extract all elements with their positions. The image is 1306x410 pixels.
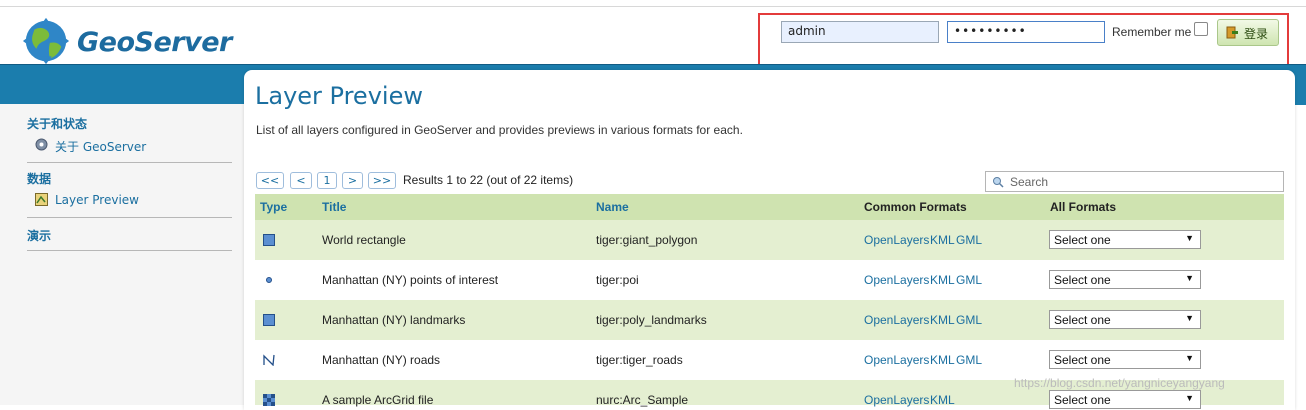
info-icon xyxy=(35,138,48,151)
sidebar-section-about-status[interactable]: 关于和状态 xyxy=(27,115,232,132)
login-icon xyxy=(1226,26,1238,39)
table-row: Manhattan (NY) points of interest tiger:… xyxy=(255,260,1284,300)
point-icon xyxy=(266,277,272,283)
column-header-name[interactable]: Name xyxy=(596,200,629,214)
pager-page-button[interactable]: 1 xyxy=(317,172,337,189)
select-value: Select one xyxy=(1054,273,1111,287)
chevron-down-icon: ▼ xyxy=(1185,353,1194,363)
pager-first-button[interactable]: << xyxy=(256,172,284,189)
geoserver-logo-icon xyxy=(22,17,70,65)
row-title: Manhattan (NY) landmarks xyxy=(322,313,466,327)
column-header-type[interactable]: Type xyxy=(260,200,287,214)
top-border xyxy=(0,0,1306,7)
table-row: World rectangle tiger:giant_polygon Open… xyxy=(255,220,1284,260)
format-gml-link[interactable]: GML xyxy=(956,313,982,327)
page-description: List of all layers configured in GeoServ… xyxy=(256,123,743,137)
chevron-down-icon: ▼ xyxy=(1185,233,1194,243)
all-formats-select[interactable]: Select one ▼ xyxy=(1049,390,1201,409)
row-title: World rectangle xyxy=(322,233,406,247)
row-title: Manhattan (NY) points of interest xyxy=(322,273,499,287)
login-button-label: 登录 xyxy=(1244,27,1269,41)
raster-icon xyxy=(263,394,275,406)
sidebar-divider xyxy=(27,250,232,251)
format-kml-link[interactable]: KML xyxy=(930,233,955,247)
polygon-icon xyxy=(263,234,275,246)
line-icon xyxy=(263,354,275,366)
results-count: Results 1 to 22 (out of 22 items) xyxy=(403,173,574,187)
table-header: Type Title Name Common Formats All Forma… xyxy=(255,194,1284,220)
chevron-down-icon: ▼ xyxy=(1185,393,1194,403)
sidebar-divider xyxy=(27,162,232,163)
format-openlayers-link[interactable]: OpenLayers xyxy=(864,313,929,327)
row-title: Manhattan (NY) roads xyxy=(322,353,441,367)
search-placeholder: Search xyxy=(1010,175,1049,189)
remember-me-label: Remember me xyxy=(1112,25,1192,39)
chevron-down-icon: ▼ xyxy=(1185,273,1194,283)
select-value: Select one xyxy=(1054,233,1111,247)
chevron-down-icon: ▼ xyxy=(1185,313,1194,323)
pager-next-button[interactable]: > xyxy=(342,172,363,189)
search-icon xyxy=(993,177,1004,188)
all-formats-select[interactable]: Select one ▼ xyxy=(1049,230,1201,249)
pager-prev-button[interactable]: < xyxy=(290,172,312,189)
table-row: Manhattan (NY) roads tiger:tiger_roads O… xyxy=(255,340,1284,380)
watermark-text: https://blog.csdn.net/yangniceyangyang xyxy=(1014,376,1225,390)
format-openlayers-link[interactable]: OpenLayers xyxy=(864,233,929,247)
table-row: Manhattan (NY) landmarks tiger:poly_land… xyxy=(255,300,1284,340)
search-input[interactable]: Search xyxy=(985,171,1284,192)
row-name: tiger:poly_landmarks xyxy=(596,313,707,327)
sidebar-item-label: 关于 GeoServer xyxy=(55,140,147,154)
format-gml-link[interactable]: GML xyxy=(956,353,982,367)
login-button[interactable]: 登录 xyxy=(1217,19,1279,46)
page-title: Layer Preview xyxy=(255,82,423,110)
select-value: Select one xyxy=(1054,353,1111,367)
format-gml-link[interactable]: GML xyxy=(956,233,982,247)
all-formats-select[interactable]: Select one ▼ xyxy=(1049,270,1201,289)
column-header-all-formats: All Formats xyxy=(1050,200,1117,214)
all-formats-select[interactable]: Select one ▼ xyxy=(1049,310,1201,329)
remember-me-checkbox[interactable] xyxy=(1194,22,1208,36)
password-field[interactable]: ••••••••• xyxy=(947,21,1105,43)
sidebar-section-demos[interactable]: 演示 xyxy=(27,227,232,244)
map-icon xyxy=(35,193,48,206)
format-kml-link[interactable]: KML xyxy=(930,273,955,287)
select-value: Select one xyxy=(1054,313,1111,327)
polygon-icon xyxy=(263,314,275,326)
sidebar-divider xyxy=(27,217,232,218)
column-header-title[interactable]: Title xyxy=(322,200,346,214)
format-gml-link[interactable]: GML xyxy=(956,273,982,287)
row-name: tiger:giant_polygon xyxy=(596,233,698,247)
format-openlayers-link[interactable]: OpenLayers xyxy=(864,273,929,287)
format-kml-link[interactable]: KML xyxy=(930,353,955,367)
sidebar-section-data[interactable]: 数据 xyxy=(27,170,232,187)
format-kml-link[interactable]: KML xyxy=(930,313,955,327)
row-name: tiger:poi xyxy=(596,273,639,287)
row-name: tiger:tiger_roads xyxy=(596,353,683,367)
username-field[interactable]: admin xyxy=(781,21,939,43)
logo-text: GeoServer xyxy=(77,27,232,58)
all-formats-select[interactable]: Select one ▼ xyxy=(1049,350,1201,369)
column-header-common-formats: Common Formats xyxy=(864,200,967,214)
pager-last-button[interactable]: >> xyxy=(368,172,396,189)
format-openlayers-link[interactable]: OpenLayers xyxy=(864,353,929,367)
sidebar-item-label: Layer Preview xyxy=(55,193,139,207)
